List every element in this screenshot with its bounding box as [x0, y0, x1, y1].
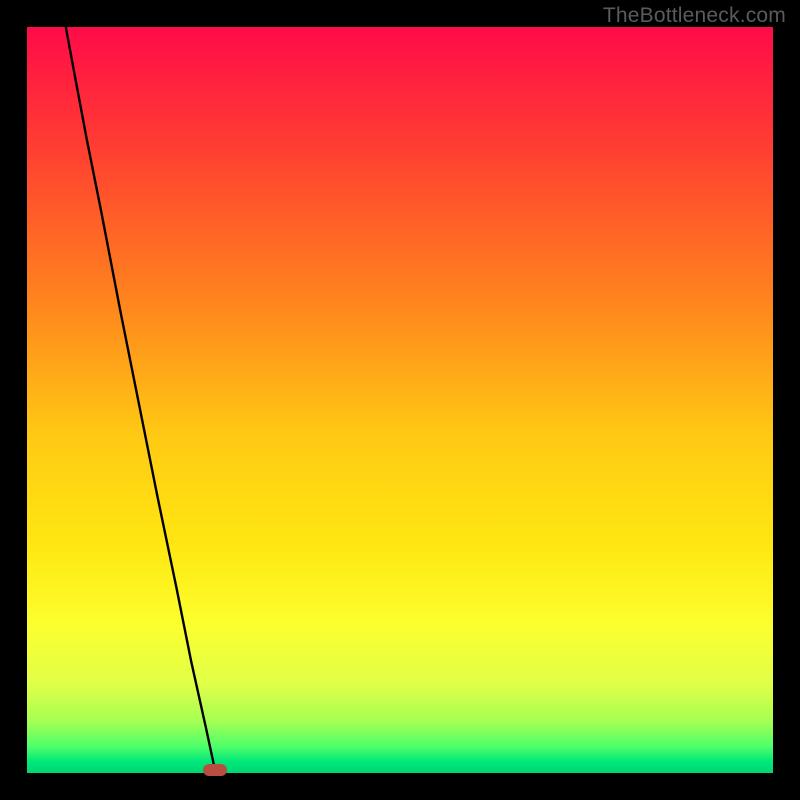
chart-curve-layer	[27, 27, 773, 773]
optimal-point-marker	[203, 764, 227, 776]
bottleneck-curve	[66, 27, 215, 770]
chart-plot-area	[27, 27, 773, 773]
watermark-text: TheBottleneck.com	[603, 4, 786, 28]
